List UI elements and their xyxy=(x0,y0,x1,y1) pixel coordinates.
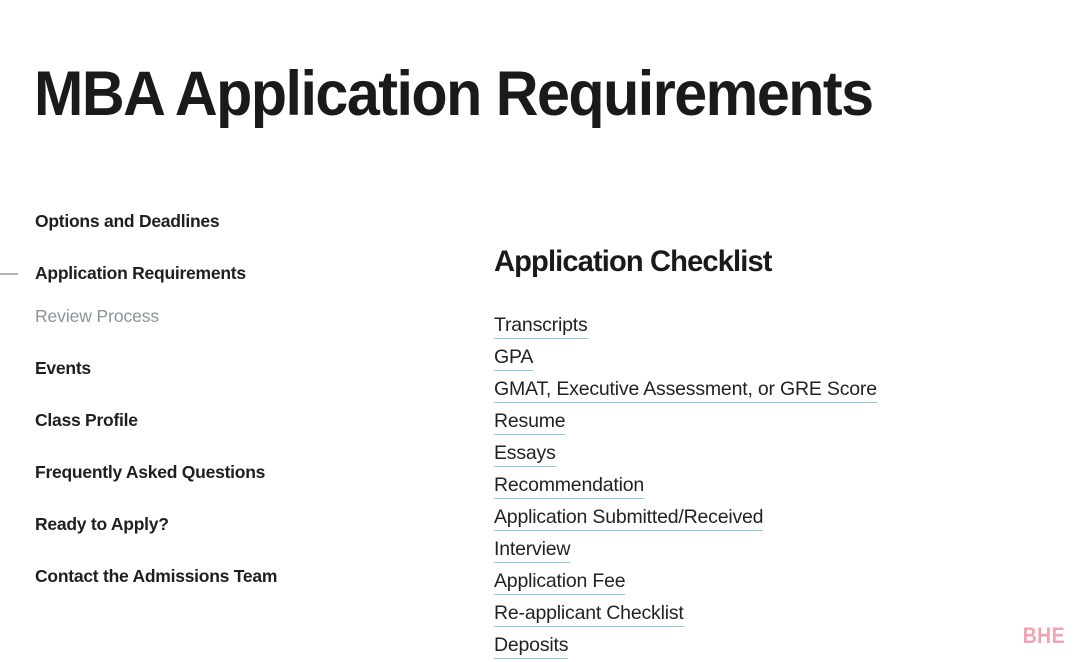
application-checklist: Transcripts GPA GMAT, Executive Assessment… xyxy=(494,310,1054,662)
sidebar-item-label: Application Requirements xyxy=(35,263,246,283)
sidebar-item-review-process[interactable]: Review Process xyxy=(0,305,430,327)
checklist-item: Re-applicant Checklist xyxy=(494,598,1054,630)
checklist-link-interview[interactable]: Interview xyxy=(494,537,570,563)
main-content: Application Checklist Transcripts GPA GMAT… xyxy=(494,218,1054,662)
checklist-link-gmat-executive-assessment-or-gre-score[interactable]: GMAT, Executive Assessment, or GRE Score xyxy=(494,377,877,403)
sidebar-item-events[interactable]: Events xyxy=(0,357,430,379)
sidebar-item-label: Ready to Apply? xyxy=(35,514,169,534)
sidebar-item-application-requirements[interactable]: Application Requirements xyxy=(0,262,430,284)
checklist-link-recommendation[interactable]: Recommendation xyxy=(494,473,644,499)
sidebar-nav: Options and Deadlines Application Require… xyxy=(0,210,430,587)
checklist-link-application-submitted-received[interactable]: Application Submitted/Received xyxy=(494,505,764,531)
checklist-item: Resume xyxy=(494,406,1054,438)
checklist-item: Essays xyxy=(494,438,1054,470)
checklist-link-transcripts[interactable]: Transcripts xyxy=(494,313,588,339)
sidebar-item-contact-the-admissions-team[interactable]: Contact the Admissions Team xyxy=(0,565,430,587)
sidebar-item-label: Options and Deadlines xyxy=(35,211,220,231)
sidebar-item-ready-to-apply[interactable]: Ready to Apply? xyxy=(0,513,430,535)
checklist-item: GMAT, Executive Assessment, or GRE Score xyxy=(494,374,1054,406)
sidebar-item-label: Contact the Admissions Team xyxy=(35,566,278,586)
page-root: MBA Application Requirements Options and… xyxy=(0,0,1080,661)
active-item-dash-icon xyxy=(0,273,18,275)
checklist-link-essays[interactable]: Essays xyxy=(494,441,556,467)
checklist-item: Recommendation xyxy=(494,470,1054,502)
checklist-link-gpa[interactable]: GPA xyxy=(494,345,533,371)
checklist-link-deposits[interactable]: Deposits xyxy=(494,633,568,659)
checklist-link-resume[interactable]: Resume xyxy=(494,409,566,435)
checklist-item: GPA xyxy=(494,342,1054,374)
sidebar-item-label: Events xyxy=(35,358,91,378)
sidebar-item-label: Class Profile xyxy=(35,410,138,430)
sidebar-item-class-profile[interactable]: Class Profile xyxy=(0,409,430,431)
checklist-item: Transcripts xyxy=(494,310,1054,342)
page-title: MBA Application Requirements xyxy=(34,59,874,130)
sidebar-item-label: Review Process xyxy=(35,306,160,326)
brand-logo-bhe: BHE xyxy=(1022,623,1065,648)
checklist-item: Deposits xyxy=(494,630,1054,662)
section-heading-application-checklist: Application Checklist xyxy=(494,244,772,278)
sidebar-item-label: Frequently Asked Questions xyxy=(35,462,266,482)
sidebar-item-options-and-deadlines[interactable]: Options and Deadlines xyxy=(0,210,430,232)
checklist-link-application-fee[interactable]: Application Fee xyxy=(494,569,626,595)
checklist-link-re-applicant-checklist[interactable]: Re-applicant Checklist xyxy=(494,601,684,627)
checklist-item: Application Fee xyxy=(494,566,1054,598)
checklist-item: Application Submitted/Received xyxy=(494,502,1054,534)
checklist-item: Interview xyxy=(494,534,1054,566)
sidebar-item-frequently-asked-questions[interactable]: Frequently Asked Questions xyxy=(0,461,430,483)
